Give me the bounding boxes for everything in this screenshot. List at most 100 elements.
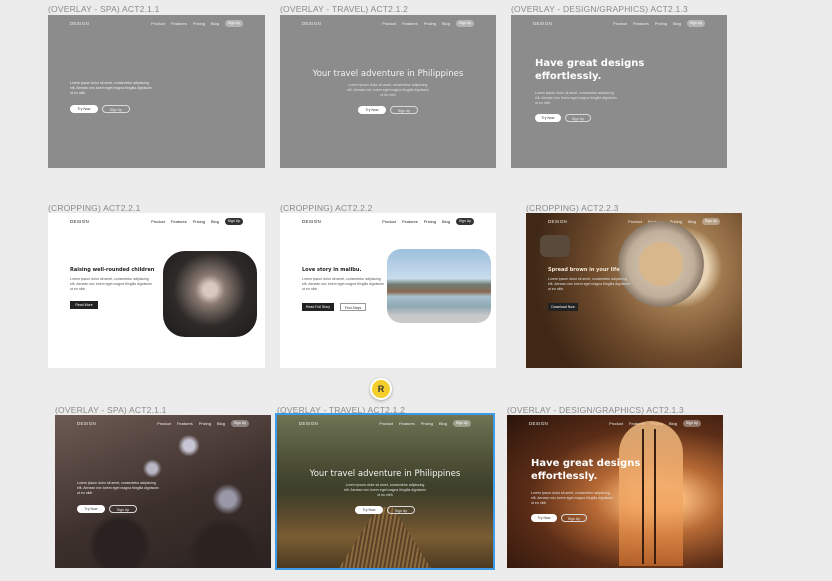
download-now-button[interactable]: Download Now [548,303,578,311]
nav-logo[interactable]: DESIGN [548,219,567,224]
try-now-button[interactable]: Try Now [535,114,561,122]
nav-link[interactable]: Product [382,21,396,26]
nav-link[interactable]: Blog [211,21,219,26]
sign-up-button[interactable]: Sign Up [109,505,137,513]
child-photo [163,251,257,337]
frame-label[interactable]: (CROPPING) ACT2.2.3 [526,203,619,213]
pier-image [339,507,431,568]
nav-link[interactable]: Product [382,219,396,224]
nav-logo[interactable]: DESIGN [302,21,321,26]
try-now-button[interactable]: Try Now [70,105,98,113]
nav-link[interactable]: Blog [211,219,219,224]
frame-label[interactable]: (OVERLAY - SPA) ACT2.1.1 [48,4,160,14]
nav-link[interactable]: Product [609,421,623,426]
nav-link[interactable]: Features [171,219,187,224]
nav-signup-button[interactable]: Sign Up [702,218,720,225]
nav-link[interactable]: Product [151,219,165,224]
nav-logo[interactable]: DESIGN [302,219,321,224]
frame-label[interactable]: (CROPPING) ACT2.2.1 [48,203,141,213]
frame-label[interactable]: (OVERLAY - DESIGN/GRAPHICS) ACT2.1.3 [511,4,688,14]
nav-link[interactable]: Blog [688,219,696,224]
sign-up-button[interactable]: Sign Up [390,106,418,114]
cup-photo [618,221,704,307]
nav-link[interactable]: Pricing [421,421,433,426]
artboard-frame[interactable]: DESIGNProductFeaturesPricingBlogSign UpH… [507,415,723,568]
sign-up-button[interactable]: Sign Up [561,514,587,522]
artboard-frame[interactable]: DESIGN Product Features Pricing Blog Sign Up Y… [280,15,496,168]
nav-link[interactable]: Pricing [424,21,436,26]
try-now-button[interactable]: Try Now [358,106,386,114]
nav-link[interactable]: Product [379,421,393,426]
nav-signup-button[interactable]: Sign Up [456,218,474,225]
nav-link[interactable]: Blog [669,421,677,426]
beach-photo [387,249,491,323]
nav-link[interactable]: Blog [673,21,681,26]
nav-link[interactable]: Pricing [193,219,205,224]
try-now-button[interactable]: Try Now [355,506,383,514]
nav-logo[interactable]: DESIGN [299,421,318,426]
frame-label[interactable]: (CROPPING) ACT2.2.2 [280,203,373,213]
read-more-button[interactable]: Read More [70,301,98,309]
frame-label[interactable]: (OVERLAY - DESIGN/GRAPHICS) ACT2.1.3 [507,405,684,415]
nav-link[interactable]: Features [402,219,418,224]
frame-navbar: DESIGNProductFeaturesPricingBlogSign Up [526,213,742,231]
nav-signup-button[interactable]: Sign Up [687,20,705,27]
nav-link[interactable]: Product [157,421,171,426]
nav-logo[interactable]: DESIGN [533,21,552,26]
nav-link[interactable]: Blog [217,421,225,426]
find-stays-button[interactable]: Find Stays [340,303,366,311]
hero-paragraph: Lorem ipsum dolor sit amet, consectetur … [77,481,159,495]
nav-logo[interactable]: DESIGN [70,21,89,26]
artboard-frame[interactable]: DESIGN Product Features Pricing Blog Sign Up L… [55,415,271,568]
hero-title: Your travel adventure in Philippines [312,69,464,79]
nav-link[interactable]: Pricing [655,21,667,26]
nav-link[interactable]: Blog [442,219,450,224]
nav-link[interactable]: Pricing [424,219,436,224]
dark-disc-image [540,235,570,257]
artboard-frame[interactable]: DESIGNProductFeaturesPricingBlogSign UpH… [511,15,727,168]
nav-logo[interactable]: DESIGN [77,421,96,426]
nav-link[interactable]: Pricing [193,21,205,26]
hero-title: Spread brown in your life [548,267,620,273]
try-now-button[interactable]: Try Now [531,514,557,522]
nav-link[interactable]: Features [177,421,193,426]
nav-link[interactable]: Features [399,421,415,426]
artboard-frame[interactable]: DESIGN Product Features Pricing Blog Sign Up R… [48,213,265,368]
hero-title: Love story in malibu. [302,267,362,273]
nav-links: Product Features Pricing Blog [382,219,450,224]
artboard-frame[interactable]: DESIGNProductFeaturesPricingBlogSign UpS… [526,213,742,368]
sign-up-button[interactable]: Sign Up [387,506,415,514]
artboard-frame[interactable]: DESIGN Product Features Pricing Blog Sign Up L… [48,15,265,168]
artboard-frame[interactable]: DESIGN Product Features Pricing Blog Sign Up Y… [275,413,495,570]
nav-signup-button[interactable]: Sign Up [225,218,243,225]
frame-navbar: DESIGN Product Features Pricing Blog Sign Up [511,15,727,33]
nav-link[interactable]: Blog [439,421,447,426]
nav-signup-button[interactable]: Sign Up [453,420,471,427]
nav-link[interactable]: Features [633,21,649,26]
nav-links: Product Features Pricing Blog [382,21,450,26]
collaborator-avatar[interactable]: R [370,378,392,400]
sign-up-button[interactable]: Sign Up [102,105,130,113]
nav-signup-button[interactable]: Sign Up [456,20,474,27]
nav-link[interactable]: Blog [442,21,450,26]
frame-label[interactable]: (OVERLAY - TRAVEL) ACT2.1.2 [280,4,408,14]
nav-logo[interactable]: DESIGN [529,421,548,426]
nav-link[interactable]: Features [171,21,187,26]
frame-label[interactable]: (OVERLAY - SPA) ACT2.1.1 [55,405,167,415]
nav-signup-button[interactable]: Sign Up [231,420,249,427]
nav-link[interactable]: Product [613,21,627,26]
frame-label[interactable]: (OVERLAY - TRAVEL) ACT2.1.2 [277,405,405,415]
nav-link[interactable]: Product [151,21,165,26]
nav-link[interactable]: Pricing [199,421,211,426]
frame-navbar: DESIGN Product Features Pricing Blog Sign Up [280,213,496,231]
read-full-story-button[interactable]: Read Full Story [302,303,334,311]
sign-up-button[interactable]: Sign Up [565,114,591,122]
nav-logo[interactable]: DESIGN [70,219,89,224]
nav-links: Product Features Pricing Blog [151,21,219,26]
nav-link[interactable]: Product [628,219,642,224]
nav-signup-button[interactable]: Sign Up [225,20,243,27]
artboard-frame[interactable]: DESIGN Product Features Pricing Blog Sign Up L… [280,213,496,368]
nav-signup-button[interactable]: Sign Up [683,420,701,427]
nav-link[interactable]: Features [402,21,418,26]
try-now-button[interactable]: Try Now [77,505,105,513]
